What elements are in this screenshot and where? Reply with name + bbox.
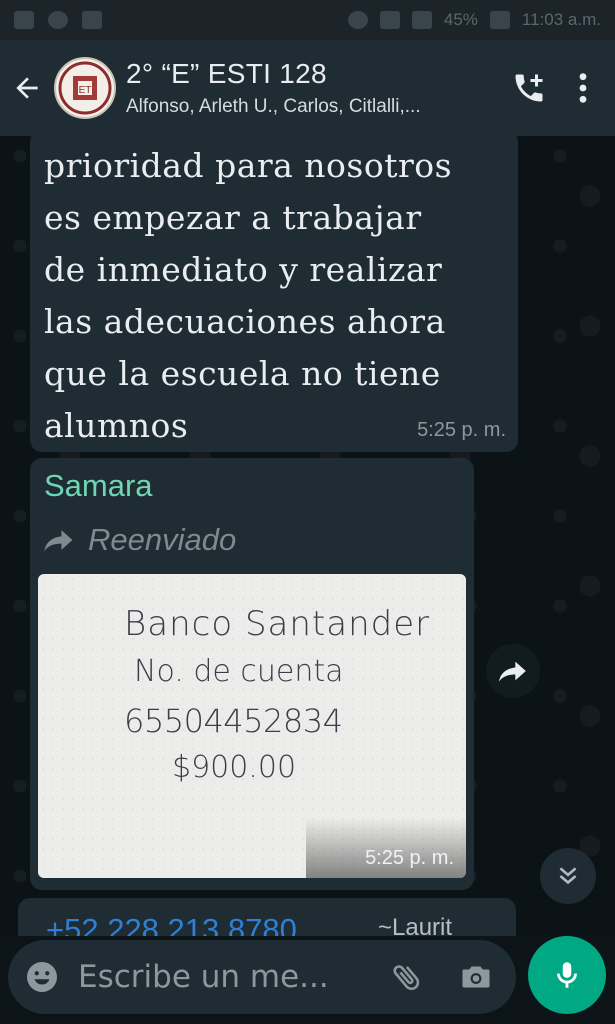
emoji-icon xyxy=(27,962,57,992)
image-attachment[interactable]: Banco Santander No. de cuenta 6550445283… xyxy=(38,574,466,878)
battery-icon xyxy=(489,11,510,29)
group-title: 2° “E” ESTI 128 xyxy=(126,58,327,89)
battery-percent: 45% xyxy=(443,10,478,29)
camera-button[interactable] xyxy=(458,959,494,995)
alarm-icon xyxy=(347,11,368,29)
group-avatar[interactable]: ET xyxy=(54,57,116,119)
more-vert-icon xyxy=(579,73,587,103)
forwarded-label: Reenviado xyxy=(88,522,237,557)
image-text-amount: $900.00 xyxy=(172,750,297,785)
attach-button[interactable] xyxy=(390,960,424,994)
cloud-icon xyxy=(48,11,68,29)
chat-area[interactable]: prioridad para nosotros es empezar a tra… xyxy=(0,136,615,936)
image-text-account-label: No. de cuenta xyxy=(134,654,344,689)
double-chevron-down-icon xyxy=(559,867,577,885)
message-icon xyxy=(82,11,102,29)
message-input-bar: Escribe un me... xyxy=(8,940,516,1014)
mic-icon xyxy=(557,962,577,988)
image-text-account-number: 65504452834 xyxy=(124,702,343,740)
forwarded-icon xyxy=(44,530,73,551)
image-text-bank: Banco Santander xyxy=(124,604,431,644)
sender-phone[interactable]: +52 228 213 8780 xyxy=(46,912,297,936)
chat-title-block[interactable]: 2° “E” ESTI 128 Alfonso, Arleth U., Carl… xyxy=(126,58,421,118)
more-options-button[interactable] xyxy=(577,71,589,105)
scroll-to-bottom-button[interactable] xyxy=(540,848,596,904)
message-bubble[interactable]: +52 228 213 8780 ~Laurit xyxy=(18,898,516,936)
back-arrow-icon xyxy=(16,77,38,99)
back-button[interactable] xyxy=(0,40,54,136)
message-time: 5:25 p. m. xyxy=(417,419,506,441)
status-time: 11:03 a.m. xyxy=(521,10,601,29)
image-message-bubble[interactable]: Samara Reenviado Banco Santander No. de … xyxy=(30,458,474,890)
message-time: 5:25 p. m. xyxy=(365,847,454,869)
wifi-icon xyxy=(379,11,400,29)
voice-message-button[interactable] xyxy=(528,936,606,1014)
camera-icon xyxy=(462,966,490,988)
message-bubble[interactable]: prioridad para nosotros es empezar a tra… xyxy=(30,136,518,452)
message-input[interactable]: Escribe un me... xyxy=(78,959,390,995)
add-call-icon xyxy=(515,74,543,102)
emoji-button[interactable] xyxy=(24,959,60,995)
message-text: prioridad para nosotros es empezar a tra… xyxy=(44,146,453,445)
sender-name[interactable]: Samara xyxy=(44,468,153,504)
sender-name: ~Laurit xyxy=(378,914,453,936)
attach-icon xyxy=(393,965,420,991)
facebook-icon xyxy=(14,11,34,29)
signal-icon xyxy=(411,11,432,29)
forward-button[interactable] xyxy=(486,644,540,698)
add-call-button[interactable] xyxy=(511,70,547,106)
chat-header: ET 2° “E” ESTI 128 Alfonso, Arleth U., C… xyxy=(0,40,615,136)
forwarded-label-row: Reenviado xyxy=(44,522,236,558)
svg-text:ET: ET xyxy=(79,85,92,96)
status-bar: 45% 11:03 a.m. xyxy=(0,0,615,40)
group-members: Alfonso, Arleth U., Carlos, Citlalli,... xyxy=(126,96,421,117)
forward-icon xyxy=(499,661,526,682)
